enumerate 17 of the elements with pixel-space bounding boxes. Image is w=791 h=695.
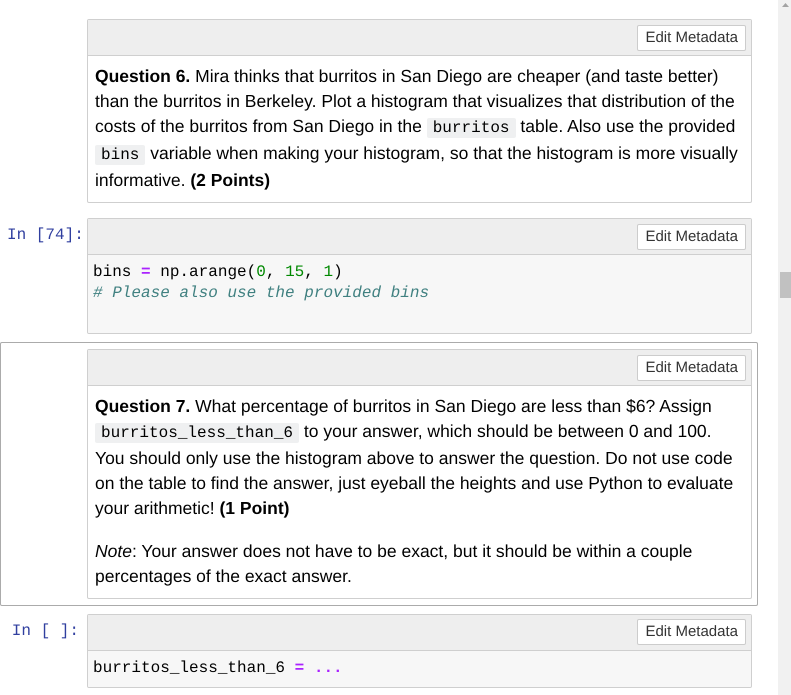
- edit-metadata-button[interactable]: Edit Metadata: [637, 354, 746, 380]
- scroll-up-arrow-icon[interactable]: [782, 3, 789, 7]
- input-prompt: In [74]:: [7, 226, 84, 244]
- paragraph-text: Question 6. Mira thinks that burritos in San Diego are cheaper (and taste better) than the burritos in Berkeley. Plot a histogram that visualizes that distribution of the costs of the burritos from San Diego in the burritos table. Also use the provided bins variable when making your histogram, so that the histogram is more visually informative. (2 Points): [95, 65, 739, 192]
- paragraph-text: Question 7. What percentage of burritos in San Diego are less than $6? Assign burritos_less_than_6 to your answer, which should be between 0 and 100. You should only use the histogram above to answer the question. Do not use code on the table to find the answer, just eyeball the heights and use Python to evaluate your arithmetic! (1 Point): [95, 395, 734, 520]
- scrollbar[interactable]: [778, 0, 791, 695]
- edit-metadata-button[interactable]: Edit Metadata: [637, 619, 746, 645]
- edit-metadata-button[interactable]: Edit Metadata: [637, 224, 746, 250]
- paragraph-text: Note: Your answer does not have to be exact, but it should be within a couple percentages of the exact answer.: [95, 540, 694, 588]
- code-line: bins = np.arange(0, 15, 1): [93, 262, 344, 283]
- code-line: burritos_less_than_6 = ...: [93, 658, 344, 678]
- code-editor[interactable]: burritos_less_than_6 = ...: [88, 650, 751, 686]
- code-editor[interactable]: bins = np.arange(0, 15, 1) # Please also use the provided bins: [88, 255, 751, 333]
- scrollbar-thumb[interactable]: [780, 272, 791, 298]
- code-line: # Please also use the provided bins: [93, 283, 430, 304]
- input-prompt: In [ ]:: [12, 622, 79, 640]
- edit-metadata-button[interactable]: Edit Metadata: [637, 24, 746, 50]
